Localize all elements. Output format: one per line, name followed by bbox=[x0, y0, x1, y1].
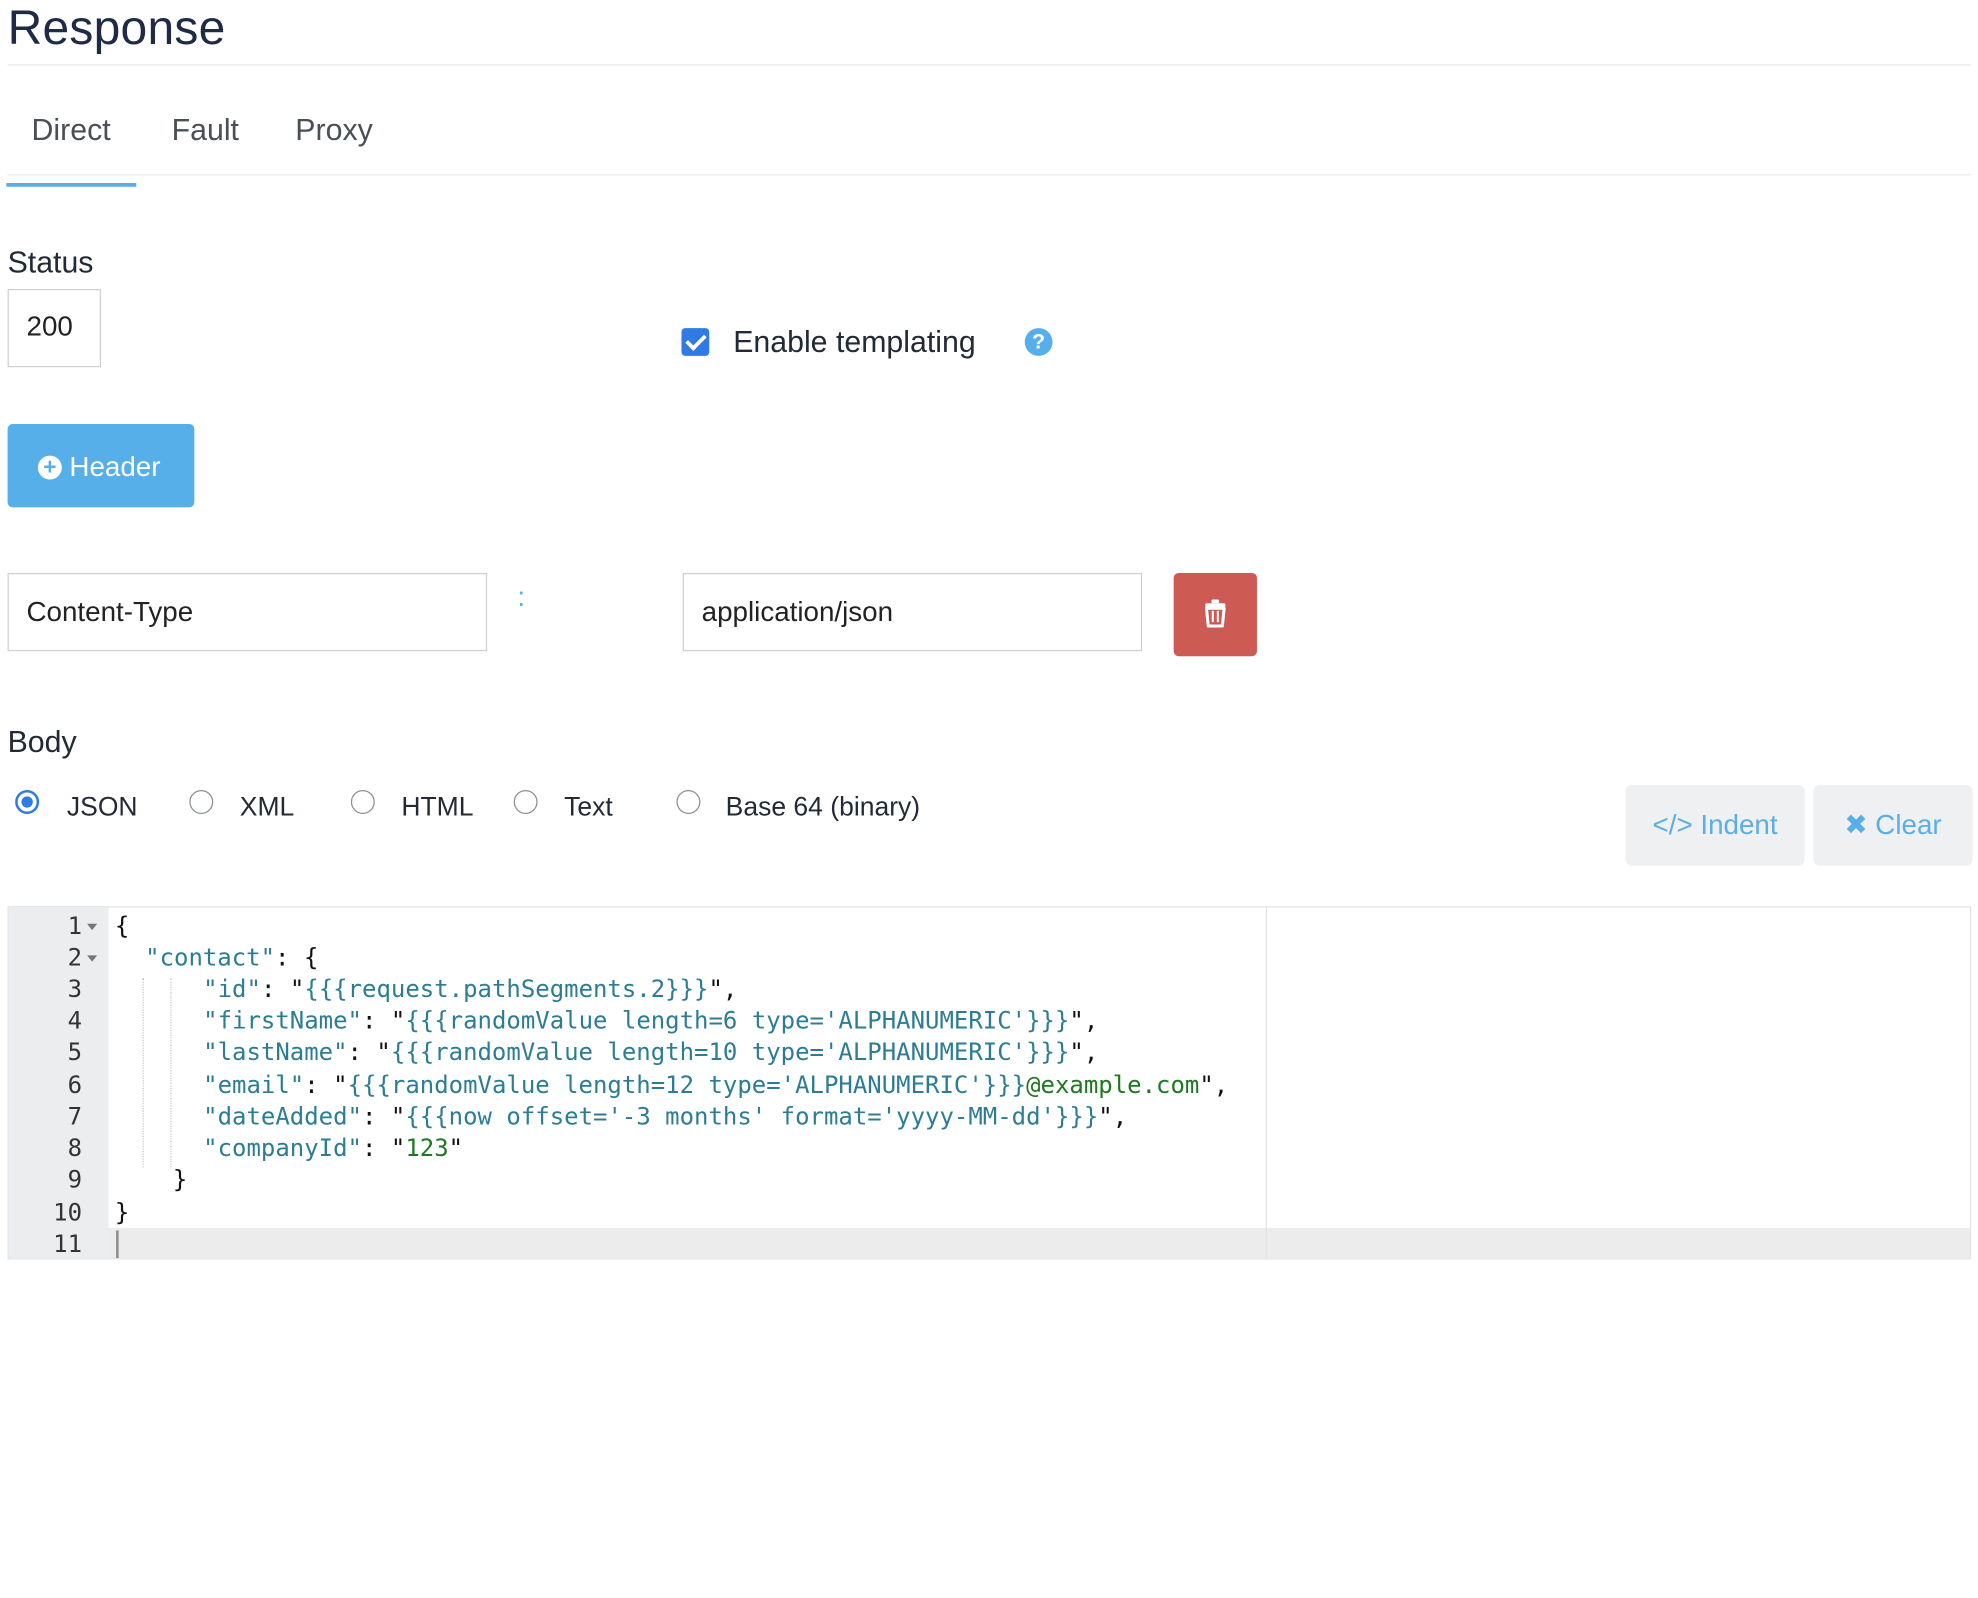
radio-xml-label: XML bbox=[239, 792, 295, 822]
delete-header-button[interactable] bbox=[1173, 572, 1257, 657]
radio-base64-label: Base 64 (binary) bbox=[725, 792, 921, 822]
code-line: "companyId": "123" bbox=[203, 1134, 464, 1163]
indent-button[interactable]: </> Indent bbox=[1625, 784, 1805, 866]
header-value-input[interactable]: application/json bbox=[682, 572, 1143, 652]
radio-base64-indicator bbox=[676, 790, 701, 814]
code-line: "id": "{{{request.pathSegments.2}}}", bbox=[203, 975, 738, 1004]
body-label: Body bbox=[7, 725, 77, 760]
code-line: } bbox=[172, 1166, 188, 1194]
plus-circle-icon: + bbox=[37, 455, 62, 480]
line-number: 8 bbox=[67, 1134, 83, 1163]
fold-arrow-icon[interactable] bbox=[87, 923, 98, 931]
print-margin bbox=[1265, 907, 1268, 1259]
radio-xml-indicator bbox=[189, 790, 214, 814]
add-header-button[interactable]: + Header bbox=[7, 424, 195, 508]
line-number: 1 bbox=[67, 912, 83, 941]
tab-fault[interactable]: Fault bbox=[172, 114, 239, 149]
line-number: 10 bbox=[53, 1198, 83, 1227]
response-panel: Response Direct Fault Proxy Status 200 E… bbox=[0, 0, 1978, 1266]
code-line: } bbox=[114, 1198, 130, 1227]
status-label: Status bbox=[7, 246, 94, 281]
radio-html-indicator bbox=[350, 790, 375, 814]
line-number: 6 bbox=[67, 1071, 83, 1100]
enable-templating-label: Enable templating bbox=[733, 325, 976, 360]
clear-button[interactable]: ✖ Clear bbox=[1813, 784, 1973, 866]
tab-proxy[interactable]: Proxy bbox=[295, 114, 372, 149]
add-header-label: Header bbox=[69, 450, 161, 483]
code-line: "dateAdded": "{{{now offset='-3 months' … bbox=[203, 1102, 1128, 1131]
line-number: 7 bbox=[67, 1102, 83, 1131]
active-line-highlight bbox=[8, 1227, 1970, 1259]
line-number: 9 bbox=[67, 1166, 83, 1194]
line-number: 2 bbox=[67, 943, 83, 972]
line-number: 5 bbox=[67, 1038, 83, 1067]
radio-json-label: JSON bbox=[66, 792, 138, 822]
code-line: "email": "{{{randomValue length=12 type=… bbox=[203, 1071, 1229, 1100]
code-line: { bbox=[114, 912, 130, 941]
status-input[interactable]: 200 bbox=[7, 288, 101, 368]
radio-html-label: HTML bbox=[401, 792, 474, 822]
radio-json-indicator bbox=[15, 790, 40, 814]
indent-guide bbox=[170, 978, 173, 1168]
line-number: 4 bbox=[67, 1007, 83, 1035]
body-format-group: JSON XML HTML Text Base 64 (binary) bbox=[15, 790, 974, 828]
radio-text-indicator bbox=[513, 790, 538, 814]
response-tabs: Direct Fault Proxy bbox=[6, 101, 1972, 187]
header-name-input[interactable]: Content-Type bbox=[7, 572, 488, 652]
trash-icon bbox=[1204, 599, 1226, 628]
code-line: "lastName": "{{{randomValue length=10 ty… bbox=[203, 1038, 1099, 1067]
enable-templating-checkbox[interactable] bbox=[681, 328, 710, 356]
header-separator: : bbox=[517, 580, 526, 613]
text-cursor bbox=[116, 1230, 119, 1259]
code-line: "firstName": "{{{randomValue length=6 ty… bbox=[203, 1007, 1099, 1035]
fold-arrow-icon[interactable] bbox=[87, 955, 98, 962]
tab-direct[interactable]: Direct bbox=[6, 114, 136, 187]
radio-text-label: Text bbox=[564, 792, 613, 822]
question-circle-icon[interactable]: ? bbox=[1024, 328, 1053, 356]
code-editor[interactable]: 1 2 3 4 5 6 7 8 9 10 11 { "contact": { "id… bbox=[7, 906, 1972, 1260]
page-title: Response bbox=[7, 2, 226, 56]
line-number: 11 bbox=[53, 1230, 83, 1259]
line-number: 3 bbox=[67, 975, 83, 1004]
code-line: "contact": { bbox=[145, 943, 319, 972]
indent-guide bbox=[142, 978, 146, 1168]
title-divider bbox=[7, 64, 1972, 66]
